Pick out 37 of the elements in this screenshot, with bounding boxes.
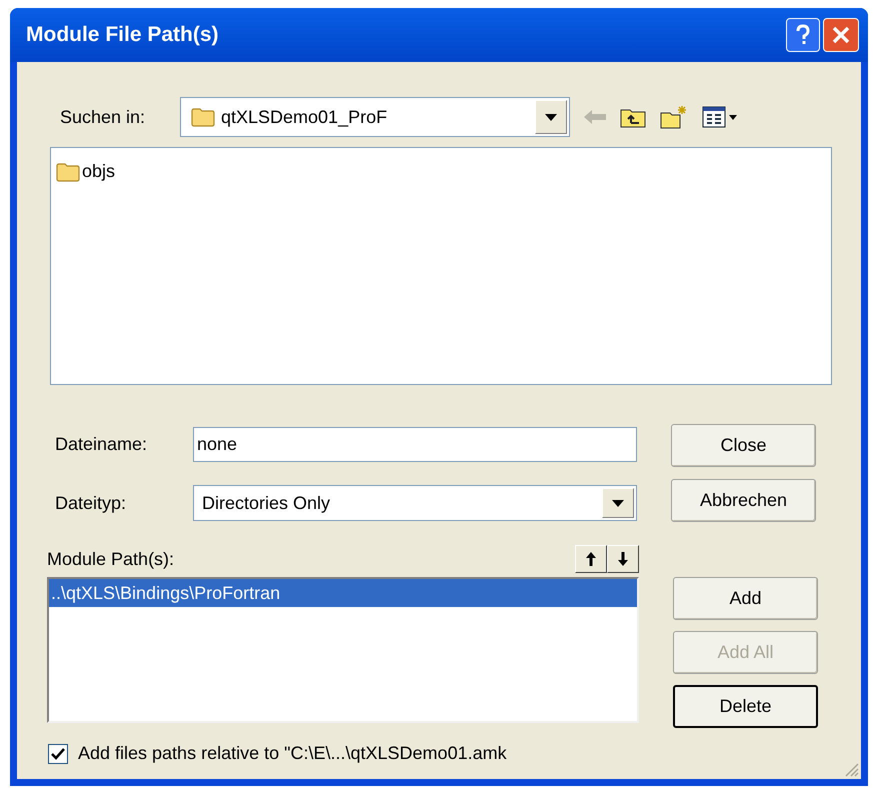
folder-item[interactable]: objs [56, 158, 116, 185]
dialog-button[interactable]: Add [673, 577, 818, 620]
file-type-label: Dateityp: [55, 492, 128, 515]
module-path-item[interactable]: ..\qtXLS\Bindings\ProFortran [49, 579, 637, 607]
caret-icon [545, 114, 557, 120]
file-type-select[interactable]: Directories Only [193, 485, 637, 521]
checkbox-label: Add files paths relative to "C:\E\...\qtXLSDemo01.amk [78, 742, 507, 765]
help-icon [795, 24, 811, 46]
view-menu-icon[interactable] [702, 106, 738, 128]
down-arrow-icon [618, 552, 628, 566]
checkbox[interactable] [48, 744, 68, 764]
folder-name: objs [82, 160, 116, 183]
dialog-button[interactable]: Abbrechen [671, 479, 816, 522]
folder-icon [56, 162, 80, 182]
check-icon [51, 748, 65, 760]
move-down-button[interactable] [607, 545, 639, 573]
help-button[interactable] [786, 18, 820, 52]
look-in-combo[interactable]: qtXLSDemo01_ProF [180, 97, 570, 137]
look-in-value: qtXLSDemo01_ProF [221, 106, 388, 129]
up-arrow-icon [586, 552, 596, 566]
dropdown-button[interactable] [602, 488, 634, 518]
move-up-button[interactable] [575, 545, 607, 573]
module-paths-label: Module Path(s): [47, 548, 176, 571]
resize-grip-icon[interactable] [843, 761, 859, 777]
file-type-value: Directories Only [201, 492, 332, 515]
file-name-label: Dateiname: [55, 433, 148, 456]
window-title: Module File Path(s) [26, 22, 220, 48]
new-folder-icon[interactable] [660, 105, 688, 129]
folder-icon [191, 107, 215, 127]
dropdown-button[interactable] [535, 100, 567, 134]
close-button[interactable] [823, 18, 859, 52]
close-icon [831, 25, 851, 45]
dialog-button[interactable]: Delete [673, 685, 818, 728]
look-in-label: Suchen in: [60, 106, 146, 128]
caret-icon [612, 500, 624, 506]
dialog-button[interactable]: Close [671, 424, 816, 467]
file-name-field[interactable]: none [193, 427, 637, 462]
